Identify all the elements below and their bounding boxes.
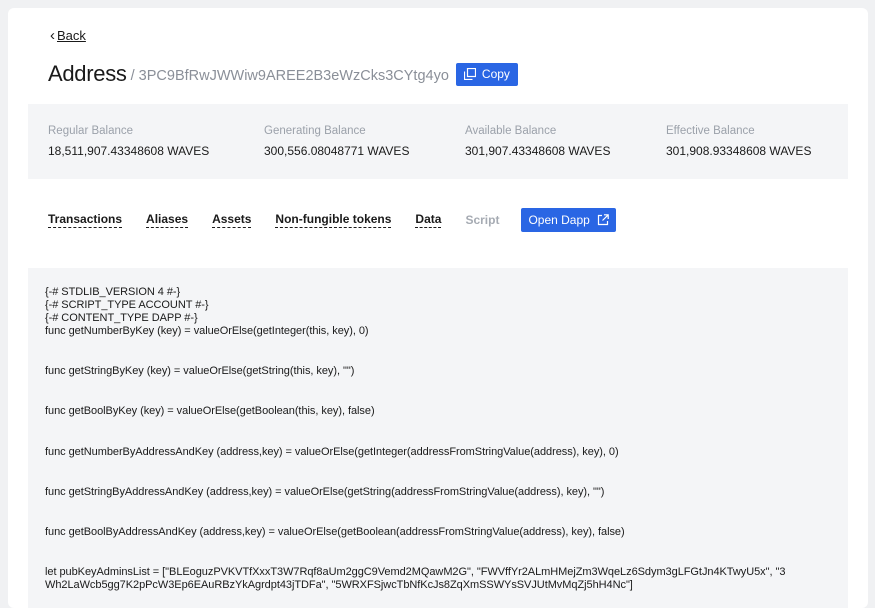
balance-value: 300,556.08048771 WAVES xyxy=(264,144,410,158)
generating-balance: Generating Balance 300,556.08048771 WAVE… xyxy=(264,125,409,158)
code-line: {-# SCRIPT_TYPE ACCOUNT #-} xyxy=(45,299,209,311)
regular-balance: Regular Balance 18,511,907.43348608 WAVE… xyxy=(48,125,209,158)
balance-value: 18,511,907.43348608 WAVES xyxy=(48,144,210,158)
code-line: func getBoolByAddressAndKey (address,key… xyxy=(45,526,625,538)
code-line: func getNumberByKey (key) = valueOrElse(… xyxy=(45,325,369,337)
balance-label: Regular Balance xyxy=(48,125,134,137)
balance-label: Effective Balance xyxy=(666,125,755,137)
code-line: Wh2LaWcb5gg7K2pPcW3Ep6EAuRBzYkAgrdpt43jT… xyxy=(45,579,633,591)
open-dapp-button[interactable]: Open Dapp xyxy=(521,208,616,232)
tab-aliases[interactable]: Aliases xyxy=(146,212,189,228)
copy-button[interactable]: Copy xyxy=(455,62,518,86)
balance-value: 301,908.93348608 WAVES xyxy=(666,144,812,158)
code-line: func getStringByKey (key) = valueOrElse(… xyxy=(45,365,355,377)
back-link-label: Back xyxy=(57,28,86,43)
tab-bar: Transactions Aliases Assets Non-fungible… xyxy=(48,208,616,232)
effective-balance: Effective Balance 301,908.93348608 WAVES xyxy=(666,125,811,158)
back-link[interactable]: ‹ Back xyxy=(50,28,86,43)
page-header: Address / 3PC9BfRwJWWiw9AREE2B3eWzCks3CY… xyxy=(48,61,518,87)
copy-icon xyxy=(463,68,476,80)
tab-script[interactable]: Script xyxy=(465,213,499,228)
script-code-panel: {-# STDLIB_VERSION 4 #-} {-# SCRIPT_TYPE… xyxy=(28,268,848,608)
copy-button-label: Copy xyxy=(481,67,510,81)
tab-transactions[interactable]: Transactions xyxy=(48,212,123,228)
page-title: Address xyxy=(48,61,127,86)
address-page-card: ‹ Back Address / 3PC9BfRwJWWiw9AREE2B3eW… xyxy=(8,8,868,608)
code-line: {-# CONTENT_TYPE DAPP #-} xyxy=(45,312,198,324)
chevron-left-icon: ‹ xyxy=(50,27,55,44)
tab-data[interactable]: Data xyxy=(415,212,442,228)
balance-label: Generating Balance xyxy=(264,125,366,137)
code-line: func getNumberByAddressAndKey (address,k… xyxy=(45,446,619,458)
code-line: func getBoolByKey (key) = valueOrElse(ge… xyxy=(45,405,375,417)
balance-label: Available Balance xyxy=(465,125,557,137)
tab-non-fungible-tokens[interactable]: Non-fungible tokens xyxy=(275,212,392,228)
balances-panel: Regular Balance 18,511,907.43348608 WAVE… xyxy=(28,104,848,179)
code-line: let pubKeyAdminsList = ["BLEoguzPVKVTfXx… xyxy=(45,566,786,578)
tab-assets[interactable]: Assets xyxy=(212,212,252,228)
code-line: {-# STDLIB_VERSION 4 #-} xyxy=(45,286,181,298)
address-value: / 3PC9BfRwJWWiw9AREE2B3eWzCks3CYtg4yo xyxy=(130,67,449,84)
code-line: func getStringByAddressAndKey (address,k… xyxy=(45,486,605,498)
available-balance: Available Balance 301,907.43348608 WAVES xyxy=(465,125,610,158)
open-dapp-label: Open Dapp xyxy=(528,213,590,227)
balance-value: 301,907.43348608 WAVES xyxy=(465,144,611,158)
external-link-icon xyxy=(597,214,609,226)
